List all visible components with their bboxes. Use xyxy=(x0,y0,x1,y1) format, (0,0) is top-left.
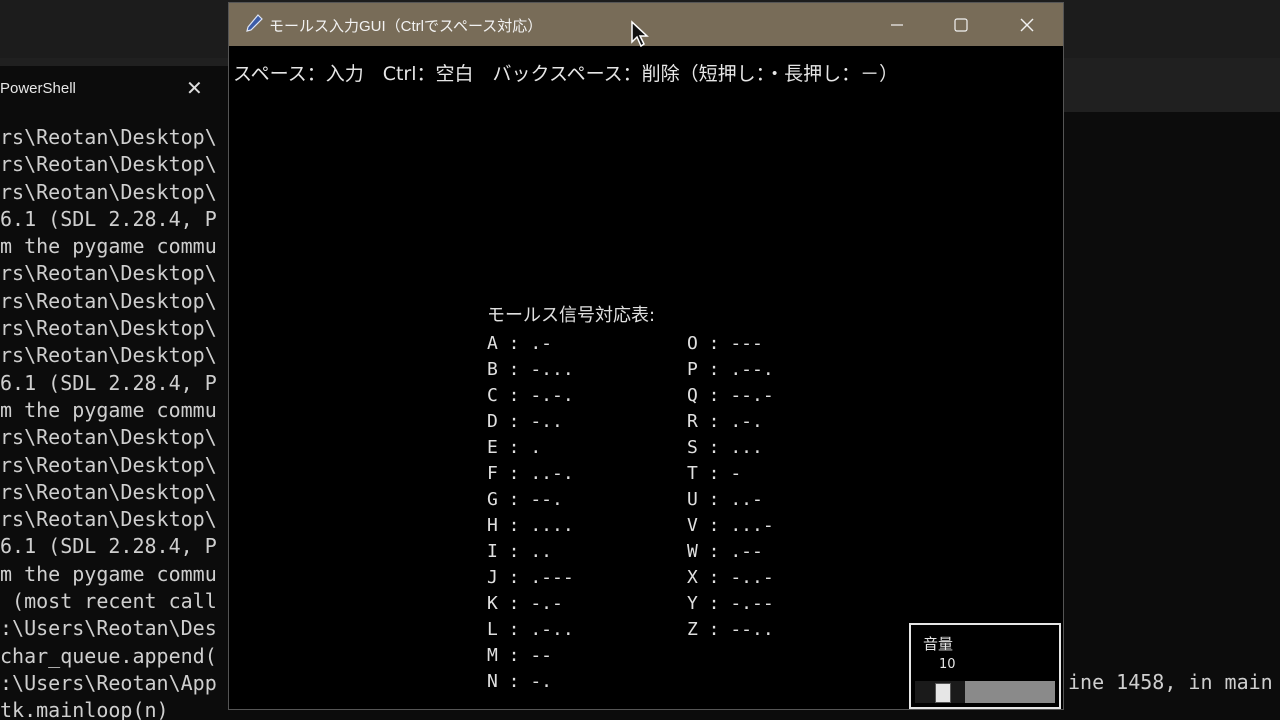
morse-table-row: V : ...- xyxy=(687,515,774,536)
morse-table-row: F : ..-. xyxy=(487,463,574,484)
morse-table-row: P : .--. xyxy=(687,359,774,380)
morse-table-row: B : -... xyxy=(487,359,574,380)
volume-label: 音量 xyxy=(923,635,954,653)
morse-input-window: モールス入力GUI（Ctrlでスペース対応） スペース：入力 Ctrl：空白 バ… xyxy=(228,2,1064,710)
close-button[interactable] xyxy=(995,3,1059,46)
minimize-button[interactable] xyxy=(865,3,929,46)
console-output-line: ine 1458, in main xyxy=(1068,670,1273,694)
volume-value: 10 xyxy=(939,657,956,672)
console-line: rs\Reotan\Desktop\ xyxy=(0,261,217,286)
pen-icon xyxy=(246,14,263,32)
morse-table-row: N : -. xyxy=(487,671,553,692)
powershell-tab[interactable]: PowerShell ✕ xyxy=(0,66,228,112)
console-line: rs\Reotan\Desktop\ xyxy=(0,343,217,368)
morse-table-row: H : .... xyxy=(487,515,574,536)
console-line: rs\Reotan\Desktop\ xyxy=(0,179,217,204)
console-line: m the pygame commu xyxy=(0,234,217,259)
volume-slider-handle[interactable] xyxy=(935,683,951,703)
mouse-cursor-icon xyxy=(631,20,649,48)
console-line: 6.1 (SDL 2.28.4, P xyxy=(0,206,217,231)
console-line: :\Users\Reotan\App xyxy=(0,670,217,695)
close-icon xyxy=(1020,18,1034,31)
console-line: rs\Reotan\Desktop\ xyxy=(0,288,217,313)
console-line: rs\Reotan\Desktop\ xyxy=(0,316,217,341)
morse-table-row: C : -.-. xyxy=(487,385,574,406)
window-title: モールス入力GUI（Ctrlでスペース対応） xyxy=(269,18,543,35)
console-line: rs\Reotan\Desktop\ xyxy=(0,507,217,532)
console-line: rs\Reotan\Desktop\ xyxy=(0,452,217,477)
console-line: char_queue.append( xyxy=(0,643,217,668)
morse-table-right-column: O : --- P : .--. Q : --.- R : .-. S : ... T :… xyxy=(687,331,774,643)
morse-table-title: モールス信号対応表: xyxy=(487,305,656,326)
morse-table-row: L : .-.. xyxy=(487,619,574,640)
morse-table-row: K : -.- xyxy=(487,593,563,614)
morse-table-row: U : ..- xyxy=(687,489,763,510)
console-line: :\Users\Reotan\Des xyxy=(0,616,217,641)
volume-panel: 音量 10 xyxy=(909,623,1061,709)
morse-table-row: W : .-- xyxy=(687,541,763,562)
morse-table-row: A : .- xyxy=(487,333,553,354)
morse-table-row: T : - xyxy=(687,463,742,484)
console-line: rs\Reotan\Desktop\ xyxy=(0,152,217,177)
console-line: 6.1 (SDL 2.28.4, P xyxy=(0,370,217,395)
morse-table-row: D : -.. xyxy=(487,411,563,432)
morse-table-row: O : --- xyxy=(687,333,763,354)
close-tab-icon[interactable]: ✕ xyxy=(186,76,203,101)
console-line: 6.1 (SDL 2.28.4, P xyxy=(0,534,217,559)
minimize-icon xyxy=(891,23,903,26)
console-line: rs\Reotan\Desktop\ xyxy=(0,479,217,504)
volume-slider[interactable] xyxy=(915,681,1055,703)
morse-table-row: X : -..- xyxy=(687,567,774,588)
powershell-tab-label: PowerShell xyxy=(0,80,76,97)
morse-table-left-column: A : .- B : -... C : -.-. D : -.. E : . F : ..… xyxy=(487,331,574,695)
console-line: m the pygame commu xyxy=(0,397,217,422)
morse-table-row: R : .-. xyxy=(687,411,763,432)
morse-table-row: J : .--- xyxy=(487,567,574,588)
console-output: rs\Reotan\Desktop\ rs\Reotan\Desktop\ rs\R… xyxy=(0,124,228,720)
morse-table-row: Q : --.- xyxy=(687,385,774,406)
morse-table-row: Z : --.. xyxy=(687,619,774,640)
morse-table-row: I : .. xyxy=(487,541,553,562)
console-line: m the pygame commu xyxy=(0,561,217,586)
console-line: tk.mainloop(n) xyxy=(0,698,169,720)
maximize-button[interactable] xyxy=(929,3,993,46)
morse-table-row: G : --. xyxy=(487,489,563,510)
console-line: rs\Reotan\Desktop\ xyxy=(0,425,217,450)
morse-table-row: E : . xyxy=(487,437,542,458)
morse-table-row: Y : -.-- xyxy=(687,593,774,614)
console-line: (most recent call xyxy=(0,589,217,614)
console-line: rs\Reotan\Desktop\ xyxy=(0,125,217,149)
instructions-text: スペース：入力 Ctrl：空白 バックスペース：削除（短押し：・長押し：－） xyxy=(233,63,899,85)
morse-table-row: M : -- xyxy=(487,645,553,666)
maximize-icon xyxy=(954,17,968,32)
morse-table-row: S : ... xyxy=(687,437,763,458)
